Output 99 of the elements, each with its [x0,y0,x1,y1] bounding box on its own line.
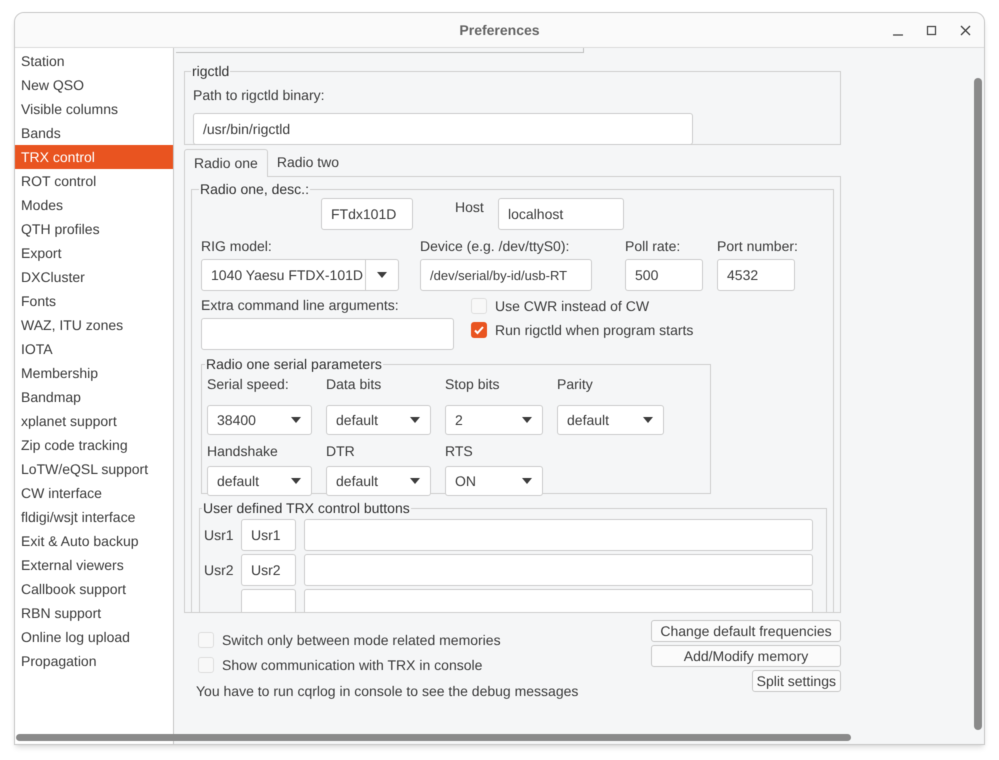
rig-model-dropdown[interactable]: 1040 Yaesu FTDX-101D [201,259,399,291]
sidebar-item[interactable]: Callbook support [15,577,173,601]
command-field[interactable] [304,589,813,612]
sidebar-item[interactable]: Zip code tracking [15,433,173,457]
sidebar-item[interactable]: QTH profiles [15,217,173,241]
field-label: Extra command line arguments: [201,296,400,315]
sidebar-item[interactable]: Visible columns [15,97,173,121]
sidebar-item[interactable]: Bands [15,121,173,145]
sidebar-item[interactable]: Fonts [15,289,173,313]
action-button[interactable]: Change default frequencies [651,620,841,642]
sidebar-item[interactable]: Modes [15,193,173,217]
field-label: Stop bits [445,375,500,394]
checkbox-label: Run rigctld when program starts [495,320,694,340]
sidebar-item[interactable]: WAZ, ITU zones [15,313,173,337]
checkbox[interactable] [471,322,487,338]
checkbox-label: Switch only between mode related memories [222,630,501,650]
sidebar-item[interactable]: Propagation [15,649,173,673]
dropdown[interactable]: 38400 [207,405,312,435]
command-field[interactable] [304,554,813,586]
sidebar-item[interactable]: Exit & Auto backup [15,529,173,553]
caret-icon [290,416,302,424]
row-label: Usr1 [204,526,235,544]
sidebar-item[interactable]: Export [15,241,173,265]
field-label: DTR [326,442,356,461]
row-label: Usr2 [204,560,235,580]
group-title: Radio one serial parameters [205,355,383,374]
sidebar-item[interactable]: Membership [15,361,173,385]
field-label: Host [455,198,485,217]
dropdown[interactable]: 2 [445,405,543,435]
caret-icon [521,416,533,424]
field-label: Handshake [207,442,279,461]
caret-icon [376,271,388,279]
field-label: Serial speed: [207,375,290,394]
dropdown[interactable]: default [207,466,312,496]
field-label: Path to rigctld binary: [193,86,326,105]
path-field[interactable]: /usr/bin/rigctld [193,113,693,145]
device-field[interactable]: /dev/serial/by-id/usb-RT [420,259,592,291]
field-label: Poll rate: [625,237,682,256]
field-label: RIG model: [201,237,273,256]
note-text: You have to run cqrlog in console to see the debug messages [196,682,578,701]
dropdown[interactable]: ON [445,466,543,496]
dropdown[interactable]: default [557,405,664,435]
action-button[interactable]: Split settings [752,670,841,692]
dropdown-value: default [217,472,260,490]
arguments-field[interactable] [201,318,454,350]
dropdown[interactable]: default [326,466,431,496]
dropdown[interactable]: default [326,405,431,435]
host-field[interactable]: localhost [498,198,624,230]
caret-icon [409,416,421,424]
checkbox[interactable] [471,298,487,314]
button-name-field[interactable] [241,589,296,612]
sidebar-item[interactable]: fldigi/wsjt interface [15,505,173,529]
group-title: Radio one, desc.: [199,180,310,199]
field-label: Device (e.g. /dev/ttyS0): [420,237,570,256]
window-title: Preferences [459,20,540,40]
button-name-field[interactable]: Usr1 [241,519,296,551]
checkbox[interactable] [198,632,214,648]
sidebar-item[interactable]: DXCluster [15,265,173,289]
caret-icon [409,477,421,485]
field-label: RTS [445,442,474,461]
sidebar-item[interactable]: RBN support [15,601,173,625]
sidebar-item[interactable]: ROT control [15,169,173,193]
checkbox-label: Show communication with TRX in console [222,656,482,674]
group-title: User defined TRX control buttons [202,499,411,518]
dropdown-value: default [336,410,378,430]
sidebar-item[interactable]: New QSO [15,73,173,97]
group-title: rigctld [191,62,230,81]
sidebar-item[interactable]: External viewers [15,553,173,577]
dropdown-value: 38400 [217,410,256,430]
sidebar-item[interactable]: Station [15,49,173,73]
check-icon [473,324,485,336]
action-button[interactable]: Add/Modify memory [651,645,841,667]
description-field[interactable]: FTdx101D [321,198,413,230]
sidebar-item[interactable]: CW interface [15,481,173,505]
tab[interactable]: Radio one [184,149,268,177]
sidebar-item[interactable]: xplanet support [15,409,173,433]
sidebar-item[interactable]: LoTW/eQSL support [15,457,173,481]
sidebar-item[interactable]: TRX control [15,145,173,169]
caret-icon [642,416,654,424]
dropdown-value: 2 [455,410,463,430]
sidebar-item[interactable]: Bandmap [15,385,173,409]
input-field[interactable]: 500 [625,259,703,291]
caret-icon [521,477,533,485]
sidebar-item[interactable]: IOTA [15,337,173,361]
dropdown-value: default [336,472,378,490]
sidebar-item[interactable]: Online log upload [15,625,173,649]
button-name-field[interactable]: Usr2 [241,554,296,586]
field-label: Port number: [717,237,799,256]
tab[interactable]: Radio two [268,148,348,176]
checkbox[interactable] [198,657,214,673]
field-label: Data bits [326,375,382,394]
field-label: Parity [557,375,594,394]
input-field[interactable]: 4532 [717,259,795,291]
caret-icon [290,477,302,485]
command-field[interactable] [304,519,813,551]
dropdown-value: default [567,410,610,430]
checkbox-label: Use CWR instead of CW [495,296,650,316]
dropdown-value: 1040 Yaesu FTDX-101D [210,266,364,285]
dropdown-value: ON [455,472,476,490]
